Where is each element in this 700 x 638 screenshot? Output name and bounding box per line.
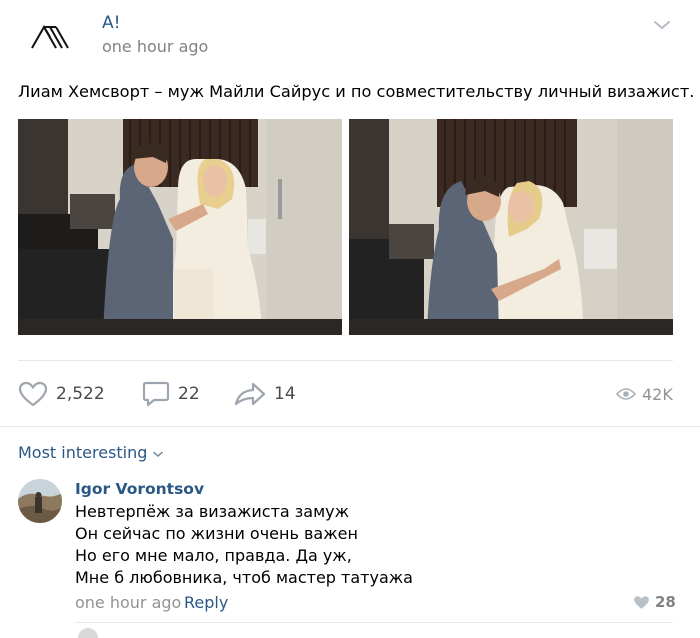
divider [18,360,673,361]
post-time[interactable]: one hour ago [102,37,208,56]
heart-icon [18,381,48,407]
comment-like-button[interactable]: 28 [633,593,676,611]
divider [0,426,700,427]
comment-sort-dropdown[interactable]: Most interesting [18,443,164,462]
heart-filled-icon [634,595,649,609]
views-count: 42K [642,384,673,404]
post-text: Лиам Хемсворт – муж Майли Сайрус и по со… [18,82,695,101]
comment-count: 22 [178,384,200,404]
avatar[interactable] [18,479,62,523]
views-counter: 42K [616,382,673,406]
post-author[interactable]: A! [102,13,120,33]
share-button[interactable]: 14 [234,378,296,410]
post-photo-2[interactable] [349,119,673,335]
share-arrow-icon [234,382,266,406]
comment-button[interactable]: 22 [142,378,200,410]
comment-like-count: 28 [655,593,676,611]
eye-icon [616,388,636,400]
comment-text-line: Мне б любовника, чтоб мастер татуажа [75,568,413,587]
brand-logo-icon[interactable] [30,24,70,50]
post-photo-1[interactable] [18,119,342,335]
like-button[interactable]: 2,522 [18,378,105,410]
post-header: A! one hour ago [0,0,700,72]
share-count: 14 [274,384,296,404]
comment-time[interactable]: one hour ago [75,593,181,612]
comment-text-line: Он сейчас по жизни очень важен [75,524,358,543]
avatar[interactable] [78,628,98,638]
comment-author[interactable]: Igor Vorontsov [75,480,204,498]
sort-label: Most interesting [18,443,148,462]
comment-text-line: Невтерпёж за визажиста замуж [75,502,350,521]
chevron-down-icon[interactable] [652,18,672,32]
reply-button[interactable]: Reply [184,593,228,612]
comment-text-line: Но его мне мало, правда. Да уж, [75,546,352,565]
like-count: 2,522 [56,384,105,404]
divider [75,622,673,623]
comment-bubble-icon [142,381,170,407]
chevron-down-icon [153,451,164,457]
